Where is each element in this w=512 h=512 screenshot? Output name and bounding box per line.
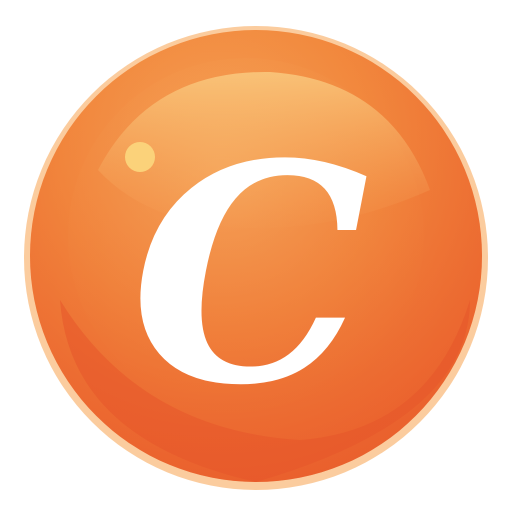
orb-letter: C xyxy=(131,98,370,451)
orange-orb-c-icon[interactable]: C xyxy=(0,0,512,512)
app-icon-canvas: C xyxy=(0,0,512,512)
